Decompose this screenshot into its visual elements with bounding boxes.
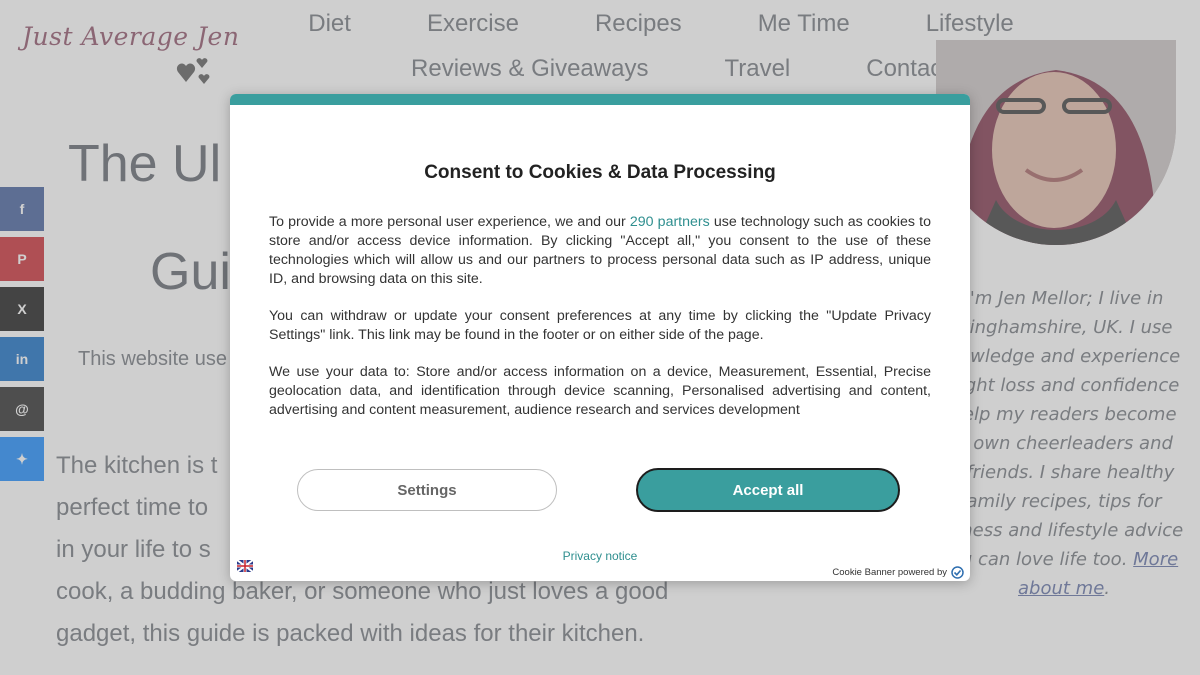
powered-by-label: Cookie Banner powered by xyxy=(832,567,947,578)
consent-paragraph-2: You can withdraw or update your consent … xyxy=(269,308,931,343)
cookie-consent-dialog: Consent to Cookies & Data Processing To … xyxy=(230,94,970,581)
powered-by: Cookie Banner powered by xyxy=(832,566,964,579)
dialog-accent-bar xyxy=(230,94,970,105)
consent-paragraph-1: To provide a more personal user experien… xyxy=(269,214,931,287)
consent-paragraph-3: We use your data to: Store and/or access… xyxy=(269,364,931,418)
partners-link[interactable]: 290 partners xyxy=(630,214,710,230)
dialog-body: To provide a more personal user experien… xyxy=(269,213,931,438)
dialog-title: Consent to Cookies & Data Processing xyxy=(424,162,776,183)
settings-button[interactable]: Settings xyxy=(297,469,557,511)
accept-all-button[interactable]: Accept all xyxy=(636,468,900,512)
privacy-notice-link[interactable]: Privacy notice xyxy=(230,549,970,563)
language-flag-icon[interactable] xyxy=(237,560,253,572)
shield-check-icon xyxy=(951,566,964,579)
